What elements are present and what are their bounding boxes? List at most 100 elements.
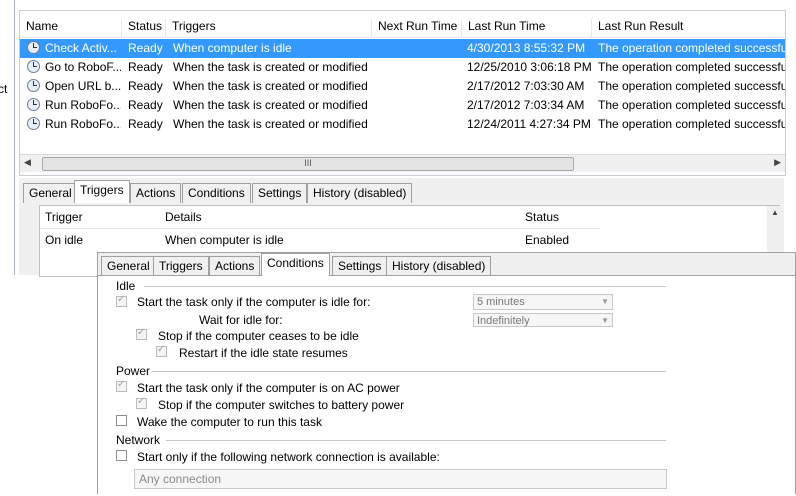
scroll-up-arrow-icon[interactable]: ▲ <box>771 208 779 217</box>
task-result: The operation completed successfu <box>598 79 785 93</box>
column-header-trigger[interactable]: Trigger <box>45 210 83 224</box>
wait-idle-value: Indefinitely <box>477 315 530 327</box>
chevron-down-icon: ▼ <box>601 297 609 306</box>
task-name: Check Activ... <box>45 41 117 55</box>
start-if-idle-label: Start the task only if the computer is i… <box>137 295 371 309</box>
column-header-status[interactable]: Status <box>525 210 559 224</box>
column-header-name[interactable]: Name <box>20 19 122 37</box>
tab-history[interactable]: History (disabled) <box>307 183 413 203</box>
start-if-idle-checkbox[interactable] <box>116 294 127 307</box>
stop-if-not-idle-checkbox[interactable] <box>136 327 147 340</box>
clock-icon <box>27 60 40 73</box>
wait-for-idle-label: Wait for idle for: <box>199 313 283 327</box>
tab-conditions[interactable]: Conditions <box>182 183 251 203</box>
wake-computer-checkbox[interactable] <box>116 415 127 426</box>
network-label: Start only if the following network conn… <box>137 450 440 464</box>
clock-icon <box>27 98 40 111</box>
tab-general[interactable]: General <box>101 256 156 276</box>
left-pane-text: ct <box>0 82 8 96</box>
battery-stop-label: Stop if the computer switches to battery… <box>158 398 405 412</box>
wait-idle-dropdown[interactable]: Indefinitely ▼ <box>473 313 613 327</box>
scroll-thumb[interactable]: III <box>42 157 574 171</box>
idle-section-heading: Idle <box>116 279 136 293</box>
trigger-type: On idle <box>45 233 84 247</box>
clock-icon <box>27 41 40 54</box>
conditions-dialog: General Triggers Actions Conditions Sett… <box>97 252 796 496</box>
section-divider <box>152 371 666 372</box>
column-header-last-run[interactable]: Last Run Time <box>462 19 592 37</box>
idle-duration-dropdown[interactable]: 5 minutes ▼ <box>473 294 613 310</box>
task-row[interactable]: Check Activ... Ready When computer is id… <box>20 39 785 58</box>
network-connection-value: Any connection <box>139 472 222 486</box>
task-row[interactable]: Run RoboFo... Ready When the task is cre… <box>20 115 785 134</box>
task-last-run: 2/17/2012 7:03:34 AM <box>467 98 585 112</box>
ac-power-label: Start the task only if the computer is o… <box>137 381 400 395</box>
clock-icon <box>27 79 40 92</box>
task-result: The operation completed successfu <box>598 98 785 112</box>
task-status: Ready <box>128 79 163 93</box>
task-last-run: 4/30/2013 8:55:32 PM <box>467 41 586 55</box>
task-triggers: When computer is idle <box>173 41 292 55</box>
task-name: Go to RoboF... <box>45 60 121 74</box>
task-status: Ready <box>128 60 163 74</box>
task-last-run: 12/25/2010 3:06:18 PM <box>467 60 592 74</box>
horizontal-scrollbar[interactable]: ◀ III ▶ <box>20 154 785 172</box>
chevron-down-icon: ▼ <box>601 316 609 325</box>
task-last-run: 2/17/2012 7:03:30 AM <box>467 79 585 93</box>
power-section-heading: Power <box>116 364 151 378</box>
network-section-heading: Network <box>116 433 161 447</box>
task-row[interactable]: Run RoboFo... Ready When the task is cre… <box>20 96 785 115</box>
trigger-status: Enabled <box>525 233 570 247</box>
clock-icon <box>27 117 40 130</box>
column-header-next-run[interactable]: Next Run Time <box>372 19 462 37</box>
idle-duration-value: 5 minutes <box>477 296 525 308</box>
wake-computer-label: Wake the computer to run this task <box>137 415 322 429</box>
trigger-row[interactable]: On idle When computer is idle Enabled <box>40 231 768 250</box>
section-divider <box>166 440 666 441</box>
tab-history[interactable]: History (disabled) <box>386 256 492 276</box>
task-result: The operation completed successfu <box>598 60 785 74</box>
network-connection-select[interactable]: Any connection <box>134 469 667 489</box>
task-triggers: When the task is created or modified <box>173 117 368 131</box>
task-status: Ready <box>128 98 163 112</box>
task-row[interactable]: Go to RoboF... Ready When the task is cr… <box>20 58 785 77</box>
scroll-left-arrow-icon[interactable]: ◀ <box>24 157 31 168</box>
column-header-triggers[interactable]: Triggers <box>166 19 372 37</box>
conditions-tab-body: Idle Start the task only if the computer… <box>98 275 795 496</box>
tab-settings[interactable]: Settings <box>332 256 388 276</box>
tab-triggers[interactable]: Triggers <box>74 180 130 203</box>
task-row[interactable]: Open URL b... Ready When the task is cre… <box>20 77 785 96</box>
task-triggers: When the task is created or modified <box>173 79 368 93</box>
task-result: The operation completed successfu <box>598 41 785 55</box>
task-last-run: 12/24/2011 4:27:34 PM <box>467 117 591 131</box>
task-name: Open URL b... <box>45 79 121 93</box>
restart-if-idle-label: Restart if the idle state resumes <box>179 346 348 360</box>
ac-power-checkbox[interactable] <box>116 379 127 392</box>
trigger-details: When computer is idle <box>165 233 284 247</box>
task-result: The operation completed successfu <box>598 117 785 131</box>
restart-if-idle-checkbox[interactable] <box>156 344 167 357</box>
tab-triggers[interactable]: Triggers <box>153 256 209 276</box>
task-list-header: Name Status Triggers Next Run Time Last … <box>20 15 785 38</box>
tab-conditions[interactable]: Conditions <box>261 253 330 276</box>
task-name: Run RoboFo... <box>45 117 121 131</box>
left-pane-fragment: ct <box>0 0 15 275</box>
task-status: Ready <box>128 41 163 55</box>
stop-if-not-idle-label: Stop if the computer ceases to be idle <box>158 329 359 343</box>
network-checkbox[interactable] <box>116 450 127 461</box>
tab-actions[interactable]: Actions <box>130 183 182 203</box>
task-name: Run RoboFo... <box>45 98 121 112</box>
task-list[interactable]: Name Status Triggers Next Run Time Last … <box>19 10 786 176</box>
column-header-details[interactable]: Details <box>165 210 202 224</box>
triggers-table-header: Trigger Details Status <box>40 206 600 229</box>
tab-settings[interactable]: Settings <box>252 183 308 203</box>
scroll-right-arrow-icon[interactable]: ▶ <box>774 157 781 168</box>
tab-actions[interactable]: Actions <box>209 256 261 276</box>
task-triggers: When the task is created or modified <box>173 98 368 112</box>
tab-general[interactable]: General <box>23 183 78 203</box>
task-status: Ready <box>128 117 163 131</box>
battery-stop-checkbox[interactable] <box>136 396 147 409</box>
section-divider <box>144 286 666 287</box>
column-header-status[interactable]: Status <box>122 19 166 37</box>
column-header-last-result[interactable]: Last Run Result <box>592 19 785 37</box>
